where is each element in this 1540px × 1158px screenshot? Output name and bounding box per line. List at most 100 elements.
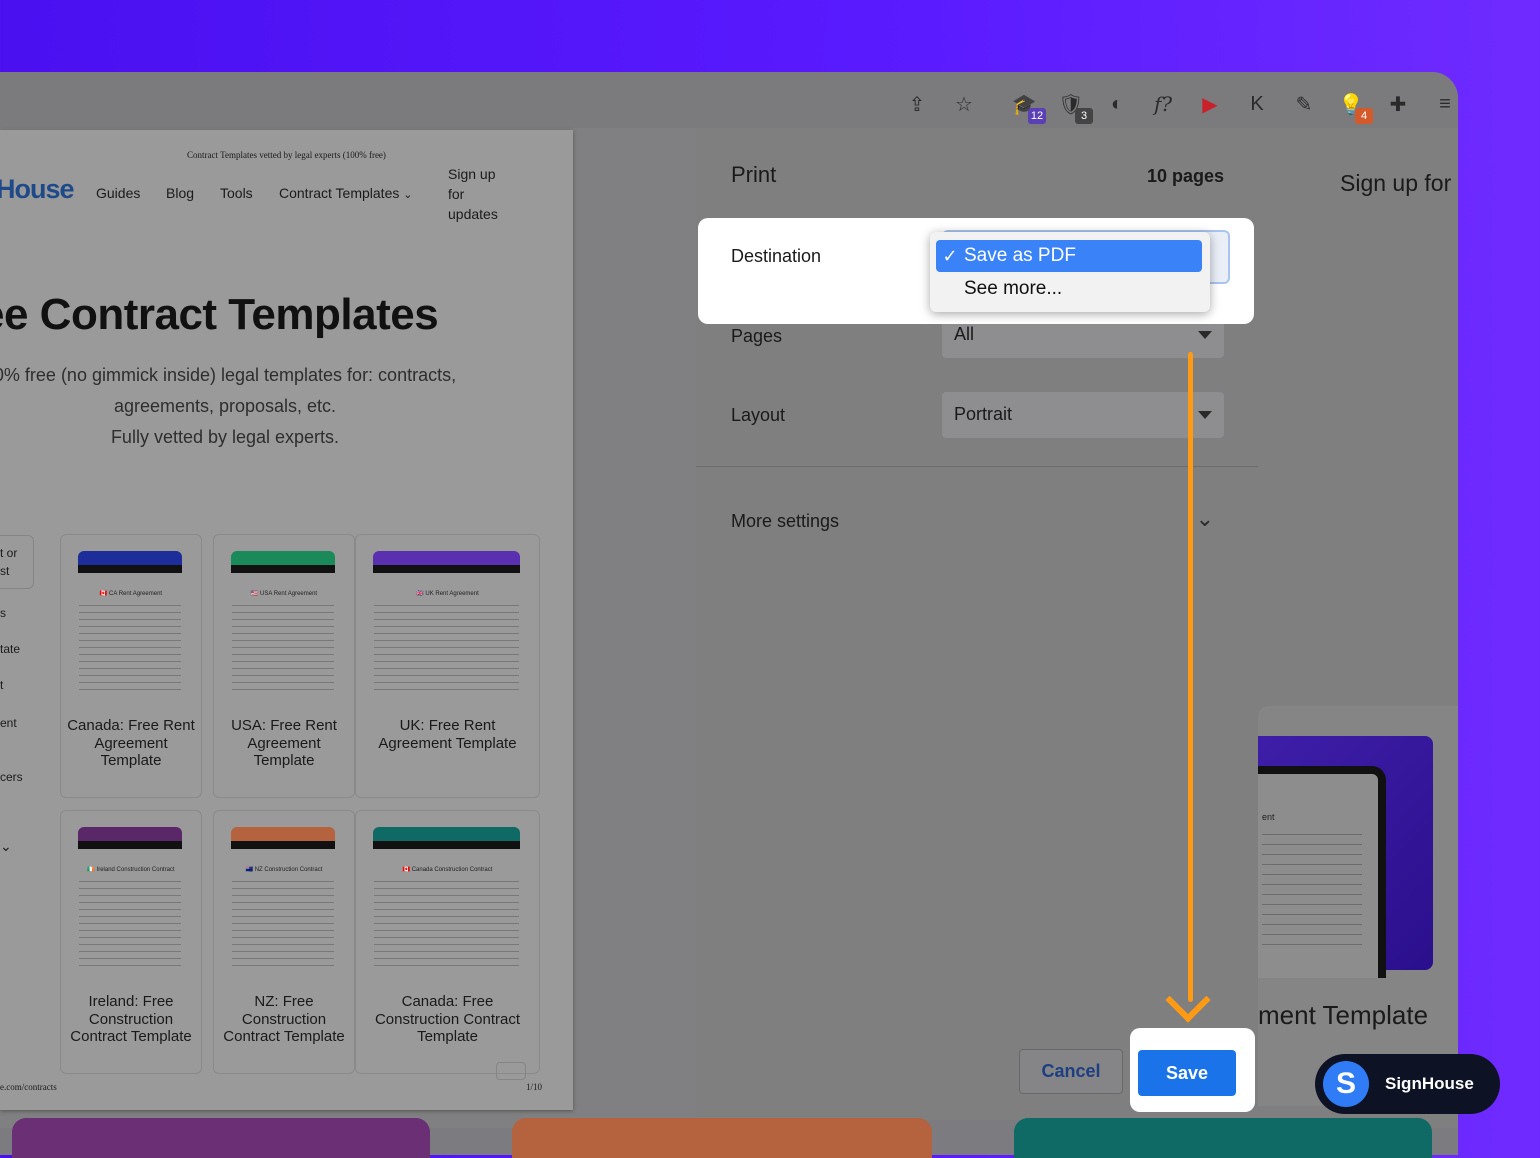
card-doc-title: 🇺🇸 USA Rent Agreement [250,591,318,597]
extension-moon-icon[interactable]: ◐ [1103,90,1131,118]
background-card-strip [12,1118,430,1158]
card-doc-lines [232,881,334,971]
layout-select[interactable]: Portrait [942,392,1224,438]
background-card-strip [512,1118,932,1158]
card-doc-lines [374,605,519,695]
eyedropper-icon[interactable]: ✎ [1290,90,1318,118]
extension-font-icon-glyph: f? [1153,92,1173,116]
card-dark-bar [231,565,335,573]
chevron-down-icon[interactable]: ⌄ [1196,506,1214,532]
side-item: st [0,564,10,578]
preview-page[interactable]: Contract Templates vetted by legal exper… [0,130,573,1110]
card-label: Canada: Free Construction Contract Templ… [374,993,521,1045]
extension-play-icon[interactable]: ▶ [1196,90,1224,118]
extension-lightbulb-icon[interactable]: 💡 4 [1337,90,1373,124]
cancel-button[interactable]: Cancel [1019,1049,1123,1094]
hero-subtitle-line-1: 0% free (no gimmick inside) legal templa… [0,365,457,385]
arrow-annotation-line [1188,352,1193,1002]
signhouse-logo-icon: S [1323,1061,1369,1107]
background-template-title: ment Template [1258,1000,1429,1030]
settings-divider [696,466,1258,467]
page-footer-url: e.com/contracts [0,1082,57,1092]
card-label: USA: Free Rent Agreement Template [231,717,337,769]
side-item: t or [0,546,18,560]
page-count: 10 pages [1146,166,1224,186]
side-filter-box [0,535,34,589]
caret-down-icon [1198,411,1212,419]
layout-label: Layout [731,405,786,425]
extension-badge: 3 [1075,108,1093,124]
side-item: t [0,678,4,692]
card-color-bar [231,551,335,565]
nav-contract-templates: Contract Templates ⌄ [279,185,412,201]
save-highlight: Save [1130,1028,1255,1112]
page-header-text: Contract Templates vetted by legal exper… [187,150,386,160]
signhouse-name: SignHouse [1385,1074,1474,1093]
extension-badge: 12 [1028,108,1046,124]
nav-tools: Tools [220,185,253,201]
hero-subtitle-line-3: Fully vetted by legal experts. [110,427,340,447]
card-dark-bar [78,841,182,849]
side-item: s [0,606,6,620]
more-settings-toggle[interactable]: More settings [731,511,839,532]
scroll-handle [496,1062,526,1080]
card-color-bar [373,827,520,841]
template-card[interactable]: 🇬🇧 UK Rent Agreement UK: Free Rent Agreem… [355,534,540,798]
card-doc-lines [374,881,519,971]
template-card[interactable]: 🇳🇿 NZ Construction Contract NZ: Free Cons… [213,810,355,1074]
extension-ublock-icon[interactable]: 🛡 3 [1057,90,1093,124]
browser-toolbar: ⇪ ☆ 🎓 12 🛡 3 ◐ f? ▶ K ✎ 💡 4 ✚ ≡ [0,72,1458,128]
signhouse-badge[interactable]: S SignHouse [1315,1054,1500,1114]
extension-graduation-icon[interactable]: 🎓 12 [1010,90,1046,124]
option-see-more[interactable]: See more... [964,278,1062,300]
print-title: Print [731,162,777,187]
share-icon[interactable]: ⇪ [903,90,931,118]
card-color-bar [373,551,520,565]
background-card-strip [1014,1118,1432,1158]
card-doc-lines [79,881,181,971]
template-paper: ent [1258,766,1386,978]
card-color-bar [231,827,335,841]
template-card[interactable]: 🇺🇸 USA Rent Agreement USA: Free Rent Agre… [213,534,355,798]
card-doc-title: 🇨🇦 CA Rent Agreement [99,591,163,597]
card-dark-bar [373,565,520,573]
option-save-as-pdf[interactable]: ✓ Save as PDF [936,240,1202,272]
playlist-icon[interactable]: ≡ [1431,90,1458,118]
template-card[interactable]: 🇨🇦 Canada Construction Contract Canada: F… [355,810,540,1074]
nav-guides: Guides [96,185,141,201]
card-doc-title: 🇮🇪 Ireland Construction Contract [87,867,175,873]
card-dark-bar [78,565,182,573]
playlist-icon-glyph: ≡ [1439,92,1451,115]
background-template-thumbnail: ent [1258,736,1433,978]
side-item: ent [0,716,17,730]
nav-contract-templates-label: Contract Templates [279,185,400,201]
destination-highlight: Destination ✓ Save as PDF See more... [698,218,1254,324]
template-card[interactable]: 🇨🇦 CA Rent Agreement Canada: Free Rent Ag… [60,534,202,798]
card-dark-bar [231,841,335,849]
site-logo: House [0,174,75,204]
extension-font-icon[interactable]: f? [1149,90,1177,118]
template-card[interactable]: 🇮🇪 Ireland Construction Contract Ireland:… [60,810,202,1074]
save-button[interactable]: Save [1138,1050,1236,1096]
pages-label: Pages [731,326,783,346]
destination-dropdown: ✓ Save as PDF See more... [930,232,1210,312]
card-doc-title: 🇳🇿 NZ Construction Contract [245,867,323,873]
extension-play-icon-glyph: ▶ [1202,93,1218,116]
hero-subtitle: 0% free (no gimmick inside) legal templa… [0,360,460,453]
extension-badge: 4 [1355,108,1373,124]
chevron-down-icon: ⌄ [0,838,12,854]
card-color-bar [78,551,182,565]
share-icon-glyph: ⇪ [908,93,926,116]
extension-k-icon[interactable]: K [1243,90,1271,118]
extension-moon-icon-glyph: ◐ [1110,92,1124,115]
star-icon-glyph: ☆ [955,93,973,116]
caret-down-icon [1198,331,1212,339]
puzzle-icon[interactable]: ✚ [1384,90,1412,118]
hero-title: ee Contract Templates [0,290,439,339]
page-footer-number: 1/10 [526,1082,543,1092]
nav-blog: Blog [166,185,195,201]
option-save-as-pdf-label: Save as PDF [964,245,1076,266]
card-dark-bar [373,841,520,849]
star-icon[interactable]: ☆ [950,90,978,118]
background-signup-text: Sign up for [1340,170,1452,196]
